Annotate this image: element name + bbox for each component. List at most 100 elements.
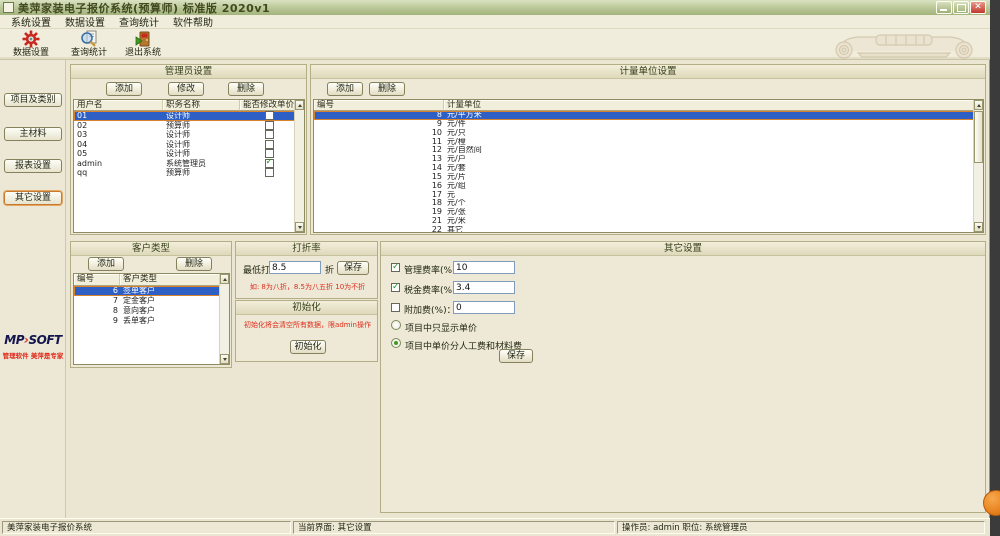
cell-can-edit <box>240 111 295 121</box>
toolbar-button-label: 查询统计 <box>62 48 116 58</box>
cell-unit: 元/户 <box>444 155 975 164</box>
cell-id: 9 <box>74 316 120 326</box>
unit-delete-button[interactable]: 删除 <box>369 82 405 96</box>
admin-row[interactable]: admin 系统管理员 <box>74 159 304 169</box>
initialize-button[interactable]: 初始化 <box>290 340 326 354</box>
unit-row[interactable]: 17元 <box>314 191 983 200</box>
admin-add-button[interactable]: 添加 <box>106 82 142 96</box>
admin-delete-button[interactable]: 删除 <box>228 82 264 96</box>
other-save-button[interactable]: 保存 <box>499 349 533 363</box>
unit-row[interactable]: 19元/张 <box>314 208 983 217</box>
column-header-username: 用户名 <box>74 100 163 111</box>
management-fee-checkbox-checked[interactable] <box>391 263 400 272</box>
customer-row[interactable]: 9丢单客户 <box>74 316 229 326</box>
minimize-button[interactable] <box>936 1 952 14</box>
checkbox-checked-icon[interactable] <box>265 159 274 168</box>
sidebar-item-report-settings[interactable]: 报表设置 <box>4 159 62 173</box>
cell-username: 02 <box>74 121 163 131</box>
checkbox-icon[interactable] <box>265 130 274 139</box>
admin-table-scrollbar[interactable] <box>294 100 304 232</box>
toolbar-data-settings-button[interactable]: 数据设置 <box>4 30 58 59</box>
discount-unit-label: 折 <box>325 263 334 276</box>
menubar: 系统设置 数据设置 查询统计 软件帮助 <box>0 15 990 29</box>
cell-job: 系统管理员 <box>163 159 240 169</box>
scroll-up-icon[interactable] <box>974 100 983 110</box>
toolbar-exit-button[interactable]: 退出系统 <box>116 30 170 59</box>
customer-table: 编号 客户类型 6签单客户 7定金客户 8意向客户 9丢单客户 <box>73 273 230 365</box>
menu-system-settings[interactable]: 系统设置 <box>4 14 58 29</box>
unit-row[interactable]: 10元/只 <box>314 129 983 138</box>
cell-unit: 元/米 <box>444 217 975 226</box>
checkbox-icon[interactable] <box>265 140 274 149</box>
unit-row[interactable]: 8元/平方米 <box>314 111 983 120</box>
menu-help[interactable]: 软件帮助 <box>166 14 220 29</box>
admin-row[interactable]: 02 预算师 <box>74 121 304 131</box>
checkbox-icon[interactable] <box>265 168 274 177</box>
unit-row[interactable]: 22其它 <box>314 226 983 233</box>
scroll-down-icon[interactable] <box>220 354 229 364</box>
unit-row[interactable]: 21元/米 <box>314 217 983 226</box>
cell-unit: 元/件 <box>444 120 975 129</box>
customer-row[interactable]: 8意向客户 <box>74 306 229 316</box>
admin-row[interactable]: 04 设计师 <box>74 140 304 150</box>
customer-table-scrollbar[interactable] <box>219 274 229 364</box>
window-controls <box>935 1 986 14</box>
sidebar-item-main-materials[interactable]: 主材料 <box>4 127 62 141</box>
initialize-panel: 初始化 初始化将会清空所有数据，限admin操作 初始化 <box>235 300 378 362</box>
unit-row[interactable]: 9元/件 <box>314 120 983 129</box>
unit-row[interactable]: 14元/套 <box>314 164 983 173</box>
radio-show-unit-price-only[interactable] <box>391 320 401 330</box>
cell-can-edit <box>240 159 295 169</box>
tax-fee-input[interactable] <box>453 281 515 294</box>
surcharge-checkbox[interactable] <box>391 303 400 312</box>
checkbox-icon[interactable] <box>265 149 274 158</box>
discount-input[interactable] <box>269 261 321 274</box>
unit-row[interactable]: 18元/个 <box>314 199 983 208</box>
unit-row[interactable]: 15元/片 <box>314 173 983 182</box>
admin-edit-button[interactable]: 修改 <box>168 82 204 96</box>
scrollbar-thumb[interactable] <box>974 111 983 163</box>
scroll-down-icon[interactable] <box>295 222 304 232</box>
checkbox-icon[interactable] <box>265 121 274 130</box>
tax-fee-checkbox-checked[interactable] <box>391 283 400 292</box>
column-header-id: 编号 <box>74 274 120 286</box>
discount-save-button[interactable]: 保存 <box>337 261 369 275</box>
unit-row[interactable]: 16元/组 <box>314 182 983 191</box>
customer-row[interactable]: 7定金客户 <box>74 296 229 306</box>
management-fee-input[interactable] <box>453 261 515 274</box>
close-button[interactable] <box>970 1 986 14</box>
customer-delete-button[interactable]: 删除 <box>176 257 212 271</box>
admin-table-header: 用户名 职务名称 能否修改单价 <box>74 100 304 111</box>
discount-hint: 如: 8为八折，8.5为八五折 10为不折 <box>240 282 375 292</box>
surcharge-input[interactable] <box>453 301 515 314</box>
unit-row[interactable]: 12元/自然间 <box>314 146 983 155</box>
sidebar-item-other-settings[interactable]: 其它设置 <box>4 191 62 205</box>
cell-unit: 元/张 <box>444 208 975 217</box>
toolbar-query-stats-button[interactable]: 查询统计 <box>62 30 116 59</box>
cell-id: 16 <box>314 182 444 191</box>
cell-can-edit <box>240 140 295 150</box>
checkbox-icon[interactable] <box>265 111 274 120</box>
unit-row[interactable]: 13元/户 <box>314 155 983 164</box>
cell-type: 签单客户 <box>120 286 220 296</box>
menu-data-settings[interactable]: 数据设置 <box>58 14 112 29</box>
sidebar-item-projects[interactable]: 项目及类别 <box>4 93 62 107</box>
admin-row[interactable]: 05 设计师 <box>74 149 304 159</box>
admin-row[interactable]: 01 设计师 <box>74 111 304 121</box>
admin-row[interactable]: 03 设计师 <box>74 130 304 140</box>
customer-row[interactable]: 6签单客户 <box>74 286 229 296</box>
maximize-button[interactable] <box>953 1 969 14</box>
scroll-up-icon[interactable] <box>295 100 304 110</box>
unit-row[interactable]: 11元/樘 <box>314 138 983 147</box>
scroll-up-icon[interactable] <box>220 274 229 284</box>
panel-title: 初始化 <box>236 301 377 315</box>
scroll-down-icon[interactable] <box>974 222 983 232</box>
radio-split-labor-material-selected[interactable] <box>391 338 401 348</box>
menu-query-stats[interactable]: 查询统计 <box>112 14 166 29</box>
cell-id: 10 <box>314 129 444 138</box>
unit-table-scrollbar[interactable] <box>973 100 983 232</box>
customer-add-button[interactable]: 添加 <box>88 257 124 271</box>
admin-row[interactable]: qq 预算师 <box>74 168 304 178</box>
cell-can-edit <box>240 130 295 140</box>
unit-add-button[interactable]: 添加 <box>327 82 363 96</box>
